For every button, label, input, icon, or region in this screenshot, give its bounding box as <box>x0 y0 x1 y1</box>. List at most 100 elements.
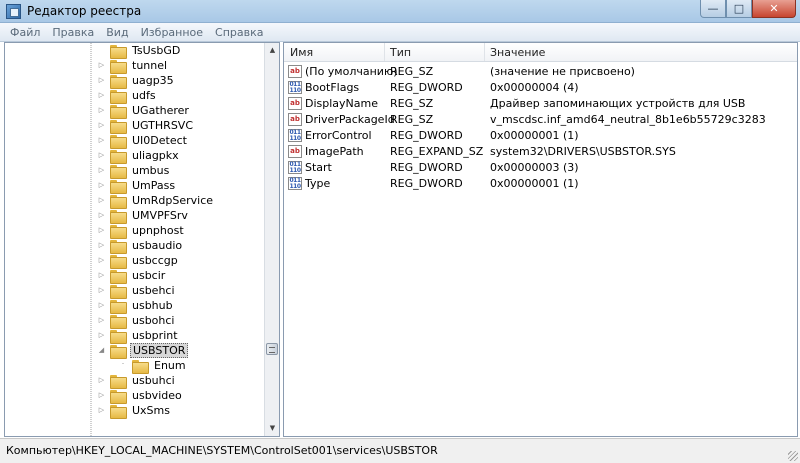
expand-arrow-icon[interactable]: ▷ <box>97 256 106 265</box>
tree-item[interactable]: ▷ usbvideo <box>97 388 184 404</box>
tree-item-label: tunnel <box>132 59 168 72</box>
folder-icon <box>110 329 127 344</box>
expand-arrow-icon[interactable]: ▷ <box>97 211 106 220</box>
expand-arrow-icon[interactable]: ▷ <box>97 391 106 400</box>
column-name-header[interactable]: Имя <box>290 46 313 59</box>
expand-arrow-icon[interactable]: ▷ <box>97 376 106 385</box>
value-row[interactable]: ab DisplayName REG_SZ Драйвер запоминающих … <box>284 96 797 112</box>
scroll-thumb[interactable] <box>266 343 278 355</box>
value-row[interactable]: 011 110 BootFlags REG_DWORD 0x00000004 (4) <box>284 80 797 96</box>
tree-item[interactable]: ▷ usbprint <box>97 328 180 344</box>
value-value-cell: 0x00000003 (3) <box>490 161 579 174</box>
value-row[interactable]: 011 110 Start REG_DWORD 0x00000003 (3) <box>284 160 797 176</box>
tree-item[interactable]: ▷ uagp35 <box>97 73 176 89</box>
value-row[interactable]: 011 110 Type REG_DWORD 0x00000001 (1) <box>284 176 797 192</box>
collapse-arrow-icon[interactable]: ◢ <box>97 346 106 355</box>
value-row[interactable]: ab DriverPackageId REG_SZ v_mscdsc.inf_amd6… <box>284 112 797 128</box>
close-button[interactable]: ✕ <box>752 0 796 18</box>
tree-item[interactable]: TsUsbGD <box>97 43 182 59</box>
expand-arrow-icon[interactable]: ▷ <box>97 406 106 415</box>
tree-scrollbar[interactable]: ▲ ▼ <box>264 43 279 436</box>
folder-icon <box>110 299 127 314</box>
scroll-up-arrow-icon[interactable]: ▲ <box>265 43 279 58</box>
string-value-icon: ab <box>288 113 302 126</box>
tree-item[interactable]: ▷ uliagpkx <box>97 148 181 164</box>
value-name-cell: ImagePath <box>305 145 364 158</box>
tree-item[interactable]: ◢ USBSTOR <box>97 343 189 359</box>
value-name-cell: ErrorControl <box>305 129 372 142</box>
value-row[interactable]: ab ImagePath REG_EXPAND_SZ system32\DRIVERS… <box>284 144 797 160</box>
tree-item[interactable]: ▷ usbuhci <box>97 373 177 389</box>
value-row[interactable]: 011 110 ErrorControl REG_DWORD 0x00000001 (… <box>284 128 797 144</box>
value-value-cell: v_mscdsc.inf_amd64_neutral_8b1e6b55729c3… <box>490 113 766 126</box>
value-type-cell: REG_DWORD <box>390 129 463 142</box>
value-name-cell: BootFlags <box>305 81 360 94</box>
tree-item[interactable]: ▷ UmRdpService <box>97 193 215 209</box>
expand-arrow-icon[interactable]: ▷ <box>97 316 106 325</box>
tree-item[interactable]: ▷ usbcir <box>97 268 167 284</box>
expand-arrow-icon[interactable]: ▷ <box>97 136 106 145</box>
tree-item[interactable]: ▷ UMVPFSrv <box>97 208 190 224</box>
value-type-cell: REG_DWORD <box>390 161 463 174</box>
expand-arrow-icon[interactable]: ▷ <box>97 91 106 100</box>
value-name-cell: (По умолчанию) <box>305 65 398 78</box>
expand-arrow-icon[interactable]: ▷ <box>97 121 106 130</box>
tree-item[interactable]: ▷ UI0Detect <box>97 133 189 149</box>
folder-icon <box>110 164 127 179</box>
column-divider[interactable] <box>384 43 385 61</box>
expand-arrow-icon[interactable]: ▷ <box>97 151 106 160</box>
folder-icon <box>110 224 127 239</box>
tree-item[interactable]: ▷ usbhub <box>97 298 175 314</box>
tree-item-label: upnphost <box>132 224 184 237</box>
value-row[interactable]: ab (По умолчанию) REG_SZ (значение не присв… <box>284 64 797 80</box>
expand-arrow-icon[interactable]: ▷ <box>97 106 106 115</box>
tree-item[interactable]: Enum <box>119 358 188 374</box>
expand-arrow-icon[interactable]: ▷ <box>97 271 106 280</box>
folder-icon <box>110 404 127 419</box>
tree-item[interactable]: ▷ usbccgp <box>97 253 180 269</box>
expand-arrow-icon[interactable]: ▷ <box>97 76 106 85</box>
expand-arrow-icon[interactable]: ▷ <box>97 331 106 340</box>
tree-item-label: usbaudio <box>132 239 183 252</box>
expand-arrow-icon[interactable]: ▷ <box>97 226 106 235</box>
expand-arrow-icon[interactable]: ▷ <box>97 301 106 310</box>
values-list[interactable]: Имя Тип Значение ab (По умолчанию) REG_SZ(… <box>283 42 798 437</box>
menu-help[interactable]: Справка <box>209 23 269 41</box>
tree-item[interactable]: ▷ tunnel <box>97 58 169 74</box>
expand-arrow-icon[interactable]: ▷ <box>97 166 106 175</box>
tree-item[interactable]: ▷ usbohci <box>97 313 177 329</box>
tree-item[interactable]: ▷ UGTHRSVC <box>97 118 195 134</box>
tree-item[interactable]: ▷ umbus <box>97 163 171 179</box>
tree-item-label: UmPass <box>132 179 176 192</box>
minimize-button[interactable]: — <box>700 0 726 18</box>
column-value-header[interactable]: Значение <box>490 46 545 59</box>
menu-view[interactable]: Вид <box>100 23 134 41</box>
tree-item[interactable]: ▷ UGatherer <box>97 103 191 119</box>
expand-arrow-icon[interactable]: ▷ <box>97 181 106 190</box>
tree-item[interactable]: ▷ UmPass <box>97 178 177 194</box>
tree-item[interactable]: ▷ UxSms <box>97 403 172 419</box>
menu-file[interactable]: Файл <box>4 23 46 41</box>
tree-item[interactable]: ▷ usbaudio <box>97 238 184 254</box>
menu-favorites[interactable]: Избранное <box>135 23 209 41</box>
expand-arrow-icon[interactable]: ▷ <box>97 241 106 250</box>
tree-item[interactable]: ▷ upnphost <box>97 223 186 239</box>
column-type-header[interactable]: Тип <box>390 46 411 59</box>
tree-item-label: uagp35 <box>132 74 174 87</box>
scroll-down-arrow-icon[interactable]: ▼ <box>265 421 279 436</box>
folder-icon <box>110 209 127 224</box>
expand-arrow-icon[interactable]: ▷ <box>97 196 106 205</box>
tree-item-label: usbuhci <box>132 374 175 387</box>
menu-edit[interactable]: Правка <box>46 23 100 41</box>
value-type-cell: REG_EXPAND_SZ <box>390 145 484 158</box>
expand-arrow-icon[interactable]: ▷ <box>97 286 106 295</box>
expand-arrow-icon[interactable]: ▷ <box>97 61 106 70</box>
tree-item[interactable]: ▷ usbehci <box>97 283 177 299</box>
tree-item[interactable]: ▷ udfs <box>97 88 158 104</box>
resize-grip-icon[interactable] <box>788 451 798 461</box>
registry-tree[interactable]: TsUsbGD ▷ tunnel ▷ uagp35 ▷ udfs ▷ UGatherer ▷ UGT… <box>4 42 280 437</box>
list-header: Имя Тип Значение <box>284 43 797 62</box>
maximize-button[interactable]: □ <box>726 0 752 18</box>
folder-icon <box>132 359 149 374</box>
column-divider[interactable] <box>484 43 485 61</box>
